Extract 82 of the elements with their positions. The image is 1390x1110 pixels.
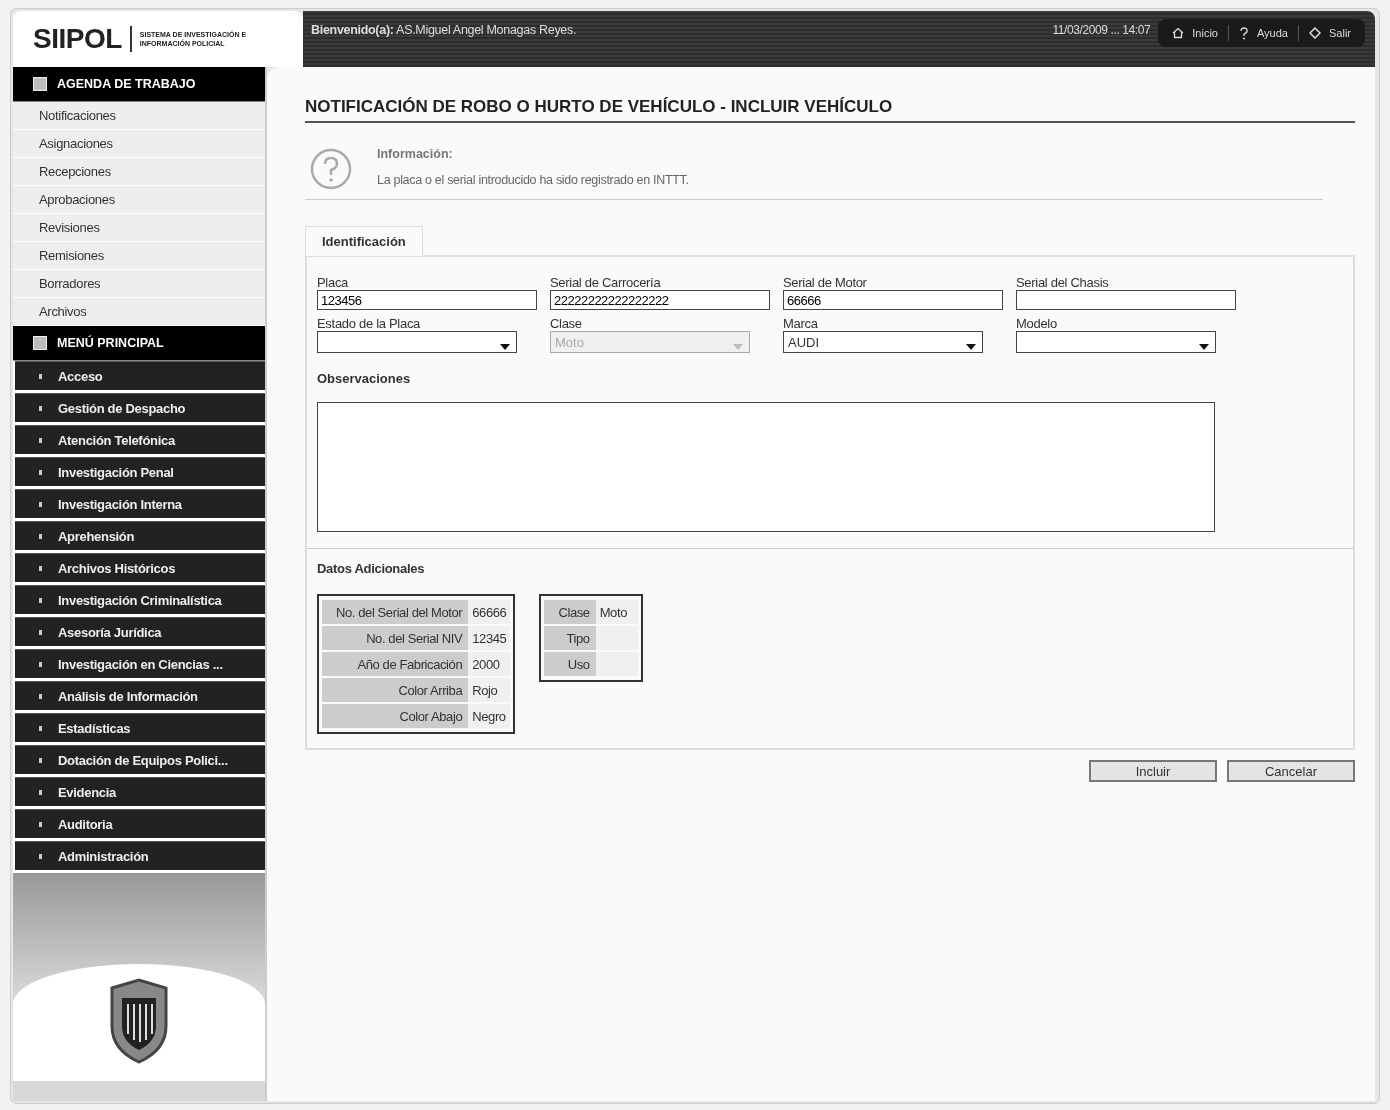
table-cell: Tipo	[544, 626, 596, 650]
square-icon	[33, 336, 47, 350]
welcome-text: Bienvenido(a): AS.Miguel Angel Monagas Reyes.	[311, 22, 578, 37]
field-label: Serial de Carrocería	[550, 275, 662, 290]
field-label: Marca	[783, 316, 819, 331]
sidebar-item[interactable]: Revisiones	[13, 214, 265, 242]
help-icon	[1239, 26, 1249, 40]
menu-item[interactable]: Aprehensión	[15, 521, 265, 550]
menu-item[interactable]: Dotación de Equipos Polici...	[15, 745, 265, 774]
menu-item[interactable]: Estadísticas	[15, 713, 265, 742]
sidebar-item[interactable]: Archivos	[13, 298, 265, 326]
diamond-icon	[1309, 27, 1321, 39]
sidebar-item[interactable]: Recepciones	[13, 158, 265, 186]
table-cell: Moto	[595, 600, 638, 624]
input-field[interactable]	[1016, 290, 1236, 310]
menu-item[interactable]: Análisis de Información	[15, 681, 265, 710]
dropdown-field[interactable]	[1016, 331, 1216, 353]
caret-icon	[1199, 344, 1209, 350]
menu-item[interactable]: Archivos Históricos	[15, 553, 265, 582]
table-cell: 66666	[468, 600, 511, 624]
sidebar-item[interactable]: Remisiones	[13, 242, 265, 270]
table-cell: Rojo	[468, 678, 511, 702]
menu-item[interactable]: Investigación Criminalística	[15, 585, 265, 614]
menu-item[interactable]: Investigación Penal	[15, 457, 265, 486]
menu-item[interactable]: Investigación en Ciencias ...	[15, 649, 265, 678]
field-label: Clase	[550, 316, 583, 331]
table-cell: No. del Serial NIV	[322, 626, 469, 650]
menu-item[interactable]: Acceso	[15, 361, 265, 390]
table-cell: Año de Fabricación	[322, 652, 469, 676]
sidebar-item[interactable]: Borradores	[13, 270, 265, 298]
menu-item[interactable]: Asesoría Jurídica	[15, 617, 265, 646]
menu-item[interactable]: Gestión de Despacho	[15, 393, 265, 422]
caret-icon	[966, 344, 976, 350]
section-title: AGENDA DE TRABAJO	[57, 77, 196, 91]
section-title: MENÚ PRINCIPAL	[57, 336, 164, 350]
table-cell: Uso	[544, 652, 596, 676]
field-label: Observaciones	[317, 371, 412, 386]
section-label: Datos Adicionales	[317, 561, 426, 576]
table-cell: Clase	[544, 600, 596, 624]
info-message: La placa o el serial introducido ha sido registrado en INTTT.	[377, 173, 689, 187]
table-cell: Color Abajo	[322, 704, 469, 728]
button[interactable]: Incluir	[1089, 760, 1217, 782]
table-cell	[595, 626, 638, 650]
menu-item[interactable]: Evidencia	[15, 777, 265, 806]
caret-icon	[733, 344, 743, 350]
input-field[interactable]: 66666	[783, 290, 1003, 310]
field-label: Modelo	[1016, 316, 1058, 331]
field-label: Placa	[317, 275, 350, 290]
dropdown-field[interactable]	[317, 331, 517, 353]
header-link[interactable]: Salir	[1309, 27, 1351, 39]
field-label: Serial del Chasis	[1016, 275, 1110, 290]
home-icon	[1172, 27, 1185, 39]
tab[interactable]: Identificación	[305, 226, 423, 256]
menu-item[interactable]: Administración	[15, 841, 265, 870]
menu-item[interactable]: Investigación Interna	[15, 489, 265, 518]
caret-icon	[500, 344, 510, 350]
logo-title: SIIPOL	[33, 23, 122, 55]
sidebar-item[interactable]: Aprobaciones	[13, 186, 265, 214]
header-link[interactable]: Inicio	[1172, 27, 1218, 39]
question-icon	[309, 147, 353, 191]
table-cell	[595, 652, 638, 676]
table-cell: Negro	[468, 704, 511, 728]
field-label: Estado de la Placa	[317, 316, 421, 331]
field-label: Serial de Motor	[783, 275, 868, 290]
observations-field[interactable]	[317, 402, 1215, 532]
table-cell: Color Arriba	[322, 678, 469, 702]
info-title: Información:	[377, 147, 454, 161]
sidebar-item[interactable]: Asignaciones	[13, 130, 265, 158]
header-link[interactable]: Ayuda	[1239, 26, 1288, 40]
table-cell: 12345	[468, 626, 511, 650]
table-cell: 2000	[468, 652, 511, 676]
button[interactable]: Cancelar	[1227, 760, 1355, 782]
page-title: NOTIFICACIÓN DE ROBO O HURTO DE VEHÍCULO - INCLUIR VEHÍCULO	[305, 97, 1355, 123]
input-field[interactable]: 123456	[317, 290, 537, 310]
menu-item[interactable]: Atención Telefónica	[15, 425, 265, 454]
menu-item[interactable]: Auditoria	[15, 809, 265, 838]
dropdown-field[interactable]: AUDI	[783, 331, 983, 353]
sidebar-item[interactable]: Notificaciones	[13, 102, 265, 130]
square-icon	[33, 77, 47, 91]
table-cell: No. del Serial del Motor	[322, 600, 469, 624]
date-time: 11/03/2009 ... 14:07	[1052, 22, 1151, 37]
input-field[interactable]: 22222222222222222	[550, 290, 770, 310]
